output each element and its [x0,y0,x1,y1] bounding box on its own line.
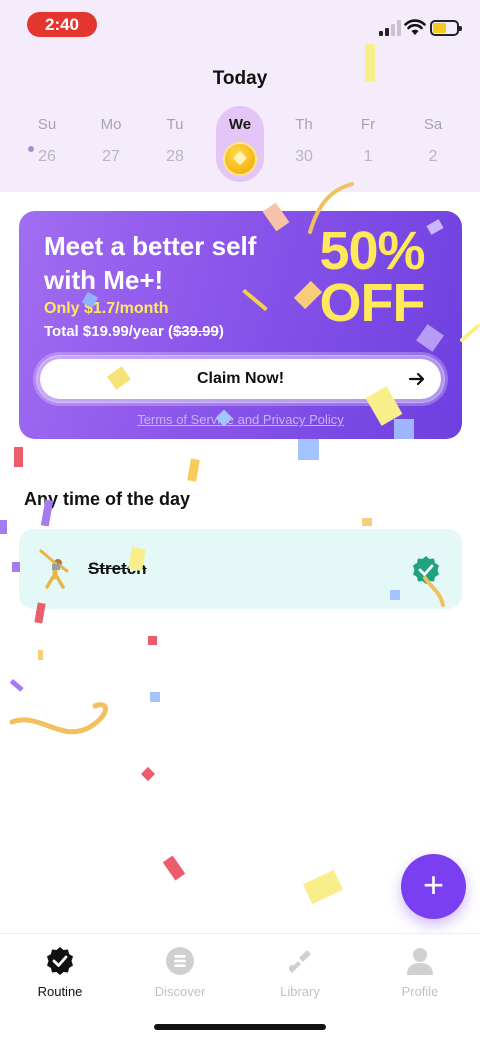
habit-item[interactable]: Stretch [19,529,462,609]
library-icon [289,950,311,973]
tab-routine[interactable]: Routine [0,946,120,1006]
completed-check-icon[interactable] [411,555,441,585]
day-label: Th [295,116,313,133]
discount-badge: 50% OFF [297,221,447,333]
day-date: 1 [363,148,373,165]
day-saturday[interactable]: Sa 2 [401,106,465,182]
day-date: 27 [102,148,120,165]
tab-label: Routine [37,984,83,999]
day-label: Su [37,116,57,133]
arrow-right-icon [408,372,425,386]
tab-profile[interactable]: Profile [360,946,480,1006]
cellular-signal-icon [379,20,401,36]
promo-total-prefix: Total $19.99/year ( [44,323,173,340]
tab-label: Discover [154,984,206,999]
tab-label: Library [280,984,320,999]
terms-link[interactable]: Terms of Service and Privacy Policy [19,412,462,427]
day-label: Sa [423,116,443,133]
day-wednesday[interactable]: We [216,106,264,182]
day-friday[interactable]: Fr 1 [336,106,400,182]
promo-old-price: $39.99 [172,323,219,340]
week-strip: Su 26 Mo 27 Tu 28 We Th 30 Fr 1 Sa 2 [15,106,465,182]
day-label: We [228,116,252,133]
badge-check-icon [47,947,73,975]
add-habit-button[interactable]: + [401,854,466,919]
day-monday[interactable]: Mo 27 [79,106,143,182]
day-date: 2 [428,148,438,165]
claim-now-label: Claim Now! [196,370,285,387]
status-time: 2:40 [27,12,97,37]
page-title: Today [212,68,268,89]
claim-now-button[interactable]: Claim Now! [36,355,445,403]
promo-price: Only $1.7/month [44,300,169,317]
tab-discover[interactable]: Discover [120,946,240,1006]
discount-percent: 50% [319,221,425,281]
day-label: Tu [166,116,184,133]
promo-total: Total $19.99/year ($39.99) [44,323,224,340]
day-label: Fr [360,116,376,133]
day-tuesday[interactable]: Tu 28 [143,106,207,182]
day-date: 30 [295,148,313,165]
habit-name: Stretch [88,559,147,578]
section-title: Any time of the day [24,489,191,509]
profile-icon [407,948,433,975]
discover-icon [166,947,194,975]
status-bar: 2:40 [0,0,480,48]
day-label: Mo [100,116,122,133]
gold-medal-icon [223,142,257,176]
day-date: 26 [38,148,56,165]
day-date: 28 [166,148,184,165]
tab-label: Profile [401,984,439,999]
discount-off: OFF [319,273,426,333]
battery-icon [430,20,462,36]
day-sunday[interactable]: Su 26 [15,106,79,182]
progress-dot [28,146,34,152]
promo-total-suffix: ) [218,323,224,340]
day-thursday[interactable]: Th 30 [272,106,336,182]
tab-library[interactable]: Library [240,946,360,1006]
promo-card[interactable]: Meet a better self with Me+! Only $1.7/m… [19,211,462,439]
home-indicator [154,1024,326,1030]
wifi-icon [404,19,426,35]
promo-headline: Meet a better self with Me+! [44,231,257,295]
stretching-figure-icon [39,549,69,589]
